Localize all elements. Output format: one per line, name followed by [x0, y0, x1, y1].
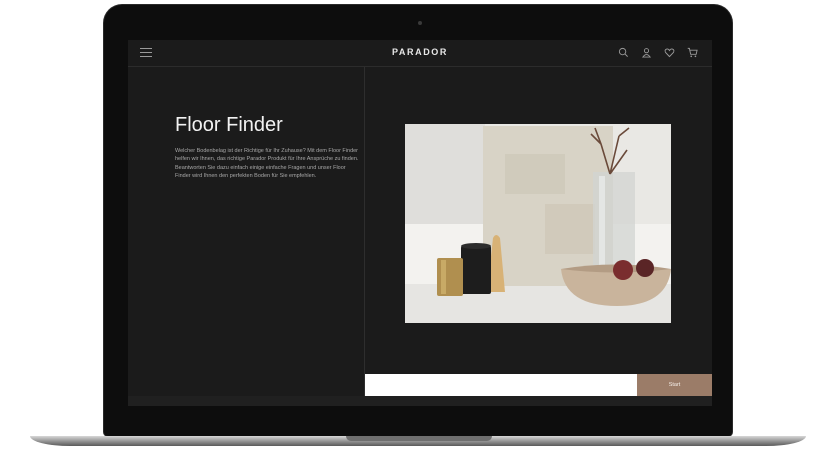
panel-divider — [364, 67, 365, 406]
interior-photo — [405, 124, 671, 323]
top-navigation-bar: PARADOR — [128, 40, 712, 67]
answer-input-field[interactable] — [365, 374, 637, 396]
cart-icon[interactable] — [687, 47, 698, 58]
start-button[interactable]: Start — [637, 374, 712, 396]
search-icon[interactable] — [618, 47, 629, 58]
heart-icon[interactable] — [664, 47, 675, 58]
intro-text: Welcher Bodenbelag ist der Richtige für … — [175, 148, 359, 180]
intro-panel: Floor Finder Welcher Bodenbelag ist der … — [128, 67, 364, 406]
page-title: Floor Finder — [175, 114, 283, 136]
laptop-base-notch — [346, 436, 492, 441]
header-icons — [618, 47, 698, 59]
bottom-strip — [128, 396, 712, 406]
user-icon[interactable] — [641, 47, 652, 58]
camera-dot — [418, 21, 422, 25]
screen: PARADOR Floor Finder Welcher Bodenbelag … — [128, 40, 712, 406]
